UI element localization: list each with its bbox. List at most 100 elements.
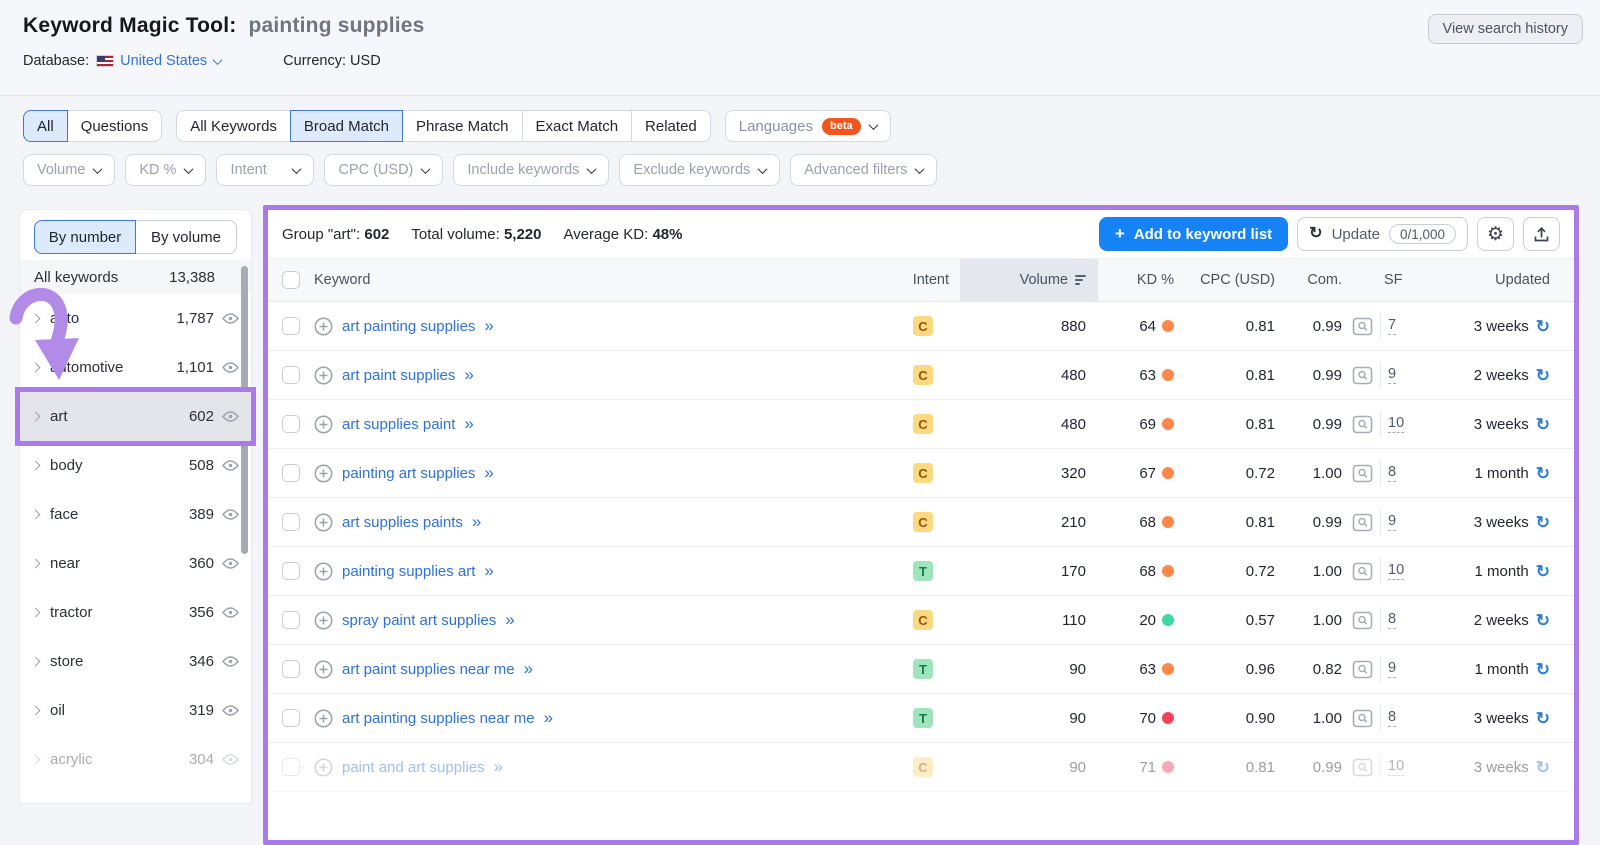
view-search-history-button[interactable]: View search history (1428, 14, 1583, 44)
serp-features-count[interactable]: 10 (1388, 758, 1404, 776)
add-keyword-icon[interactable] (314, 415, 333, 434)
keyword-link[interactable]: painting art supplies (342, 465, 475, 482)
keyword-link[interactable]: art paint supplies (342, 367, 455, 384)
serp-features-count[interactable]: 9 (1388, 660, 1396, 678)
refresh-icon[interactable]: ↻ (1536, 514, 1550, 531)
match-type-tab[interactable]: All Keywords (176, 110, 291, 142)
row-checkbox[interactable] (282, 660, 300, 678)
expand-keyword-icon[interactable]: » (464, 414, 474, 434)
sidebar-sort-toggle-button[interactable]: By volume (135, 220, 237, 254)
expand-keyword-icon[interactable]: » (484, 463, 494, 483)
refresh-icon[interactable]: ↻ (1536, 710, 1550, 727)
expand-keyword-icon[interactable]: » (472, 512, 482, 532)
sidebar-group-item[interactable]: tractor 356 (20, 588, 251, 637)
serp-preview-icon[interactable] (1352, 611, 1373, 630)
keyword-link[interactable]: paint and art supplies (342, 759, 485, 776)
eye-icon[interactable] (222, 558, 239, 569)
keyword-link[interactable]: painting supplies art (342, 563, 475, 580)
match-type-tab[interactable]: Broad Match (290, 110, 403, 142)
refresh-icon[interactable]: ↻ (1536, 367, 1550, 384)
match-type-tab[interactable]: All (23, 110, 68, 142)
chevron-right-icon[interactable] (31, 461, 41, 471)
eye-icon[interactable] (222, 362, 239, 373)
match-type-tab[interactable]: Related (631, 110, 711, 142)
row-checkbox[interactable] (282, 709, 300, 727)
chevron-right-icon[interactable] (31, 314, 41, 324)
chevron-right-icon[interactable] (31, 412, 41, 422)
refresh-icon[interactable]: ↻ (1536, 416, 1550, 433)
filter-dropdown[interactable]: Intent (216, 154, 314, 186)
refresh-icon[interactable]: ↻ (1536, 612, 1550, 629)
row-checkbox[interactable] (282, 415, 300, 433)
refresh-icon[interactable]: ↻ (1536, 661, 1550, 678)
serp-preview-icon[interactable] (1352, 366, 1373, 385)
sidebar-group-item[interactable]: body 508 (20, 441, 251, 490)
sidebar-group-item[interactable]: oil 319 (20, 686, 251, 735)
serp-preview-icon[interactable] (1352, 513, 1373, 532)
refresh-icon[interactable]: ↻ (1536, 465, 1550, 482)
refresh-icon[interactable]: ↻ (1536, 759, 1550, 776)
keyword-link[interactable]: art paint supplies near me (342, 661, 515, 678)
settings-button[interactable]: ⚙ (1477, 217, 1514, 251)
column-header-keyword[interactable]: Keyword (314, 259, 896, 301)
add-keyword-icon[interactable] (314, 758, 333, 777)
row-checkbox[interactable] (282, 317, 300, 335)
database-selector[interactable]: United States (120, 53, 221, 69)
keyword-link[interactable]: spray paint art supplies (342, 612, 496, 629)
filter-dropdown[interactable]: Include keywords (453, 154, 609, 186)
eye-icon[interactable] (222, 607, 239, 618)
filter-dropdown[interactable]: Volume (23, 154, 115, 186)
column-header-volume[interactable]: Volume (960, 259, 1098, 301)
chevron-right-icon[interactable] (31, 706, 41, 716)
add-keyword-icon[interactable] (314, 366, 333, 385)
match-type-tab[interactable]: Questions (67, 110, 163, 142)
eye-icon[interactable] (222, 411, 239, 422)
add-keyword-icon[interactable] (314, 562, 333, 581)
column-header-com[interactable]: Com. (1283, 259, 1344, 301)
serp-features-count[interactable]: 7 (1388, 317, 1396, 335)
serp-features-count[interactable]: 8 (1388, 709, 1396, 727)
sidebar-group-item[interactable]: store 346 (20, 637, 251, 686)
select-all-checkbox[interactable] (282, 271, 300, 289)
keyword-link[interactable]: art supplies paints (342, 514, 463, 531)
sidebar-sort-toggle-button[interactable]: By number (34, 220, 136, 254)
sidebar-group-item[interactable]: auto 1,787 (20, 294, 251, 343)
serp-features-count[interactable]: 9 (1388, 513, 1396, 531)
row-checkbox[interactable] (282, 366, 300, 384)
chevron-right-icon[interactable] (31, 510, 41, 520)
expand-keyword-icon[interactable]: » (494, 757, 504, 777)
eye-icon[interactable] (222, 460, 239, 471)
expand-keyword-icon[interactable]: » (524, 659, 534, 679)
serp-preview-icon[interactable] (1352, 464, 1373, 483)
row-checkbox[interactable] (282, 611, 300, 629)
serp-features-count[interactable]: 8 (1388, 464, 1396, 482)
chevron-right-icon[interactable] (31, 363, 41, 373)
sidebar-group-item[interactable]: automotive 1,101 (20, 343, 251, 392)
chevron-right-icon[interactable] (31, 755, 41, 765)
languages-dropdown[interactable]: Languages beta (725, 110, 891, 142)
row-checkbox[interactable] (282, 758, 300, 776)
all-keywords-row[interactable]: All keywords 13,388 (20, 260, 251, 294)
eye-icon[interactable] (222, 313, 239, 324)
serp-preview-icon[interactable] (1352, 709, 1373, 728)
sidebar-group-item[interactable]: near 360 (20, 539, 251, 588)
refresh-icon[interactable]: ↻ (1536, 318, 1550, 335)
row-checkbox[interactable] (282, 513, 300, 531)
expand-keyword-icon[interactable]: » (505, 610, 515, 630)
sidebar-group-item[interactable]: face 389 (20, 490, 251, 539)
add-keyword-icon[interactable] (314, 611, 333, 630)
serp-preview-icon[interactable] (1352, 562, 1373, 581)
filter-dropdown[interactable]: KD % (125, 154, 206, 186)
expand-keyword-icon[interactable]: » (464, 365, 474, 385)
add-keyword-icon[interactable] (314, 660, 333, 679)
add-keyword-icon[interactable] (314, 464, 333, 483)
column-header-kd[interactable]: KD % (1098, 259, 1180, 301)
filter-dropdown[interactable]: Advanced filters (790, 154, 937, 186)
column-header-sf[interactable]: SF (1344, 259, 1412, 301)
add-keyword-icon[interactable] (314, 317, 333, 336)
chevron-right-icon[interactable] (31, 608, 41, 618)
add-to-keyword-list-button[interactable]: + Add to keyword list (1099, 217, 1288, 251)
filter-dropdown[interactable]: CPC (USD) (324, 154, 443, 186)
eye-icon[interactable] (222, 656, 239, 667)
serp-preview-icon[interactable] (1352, 660, 1373, 679)
